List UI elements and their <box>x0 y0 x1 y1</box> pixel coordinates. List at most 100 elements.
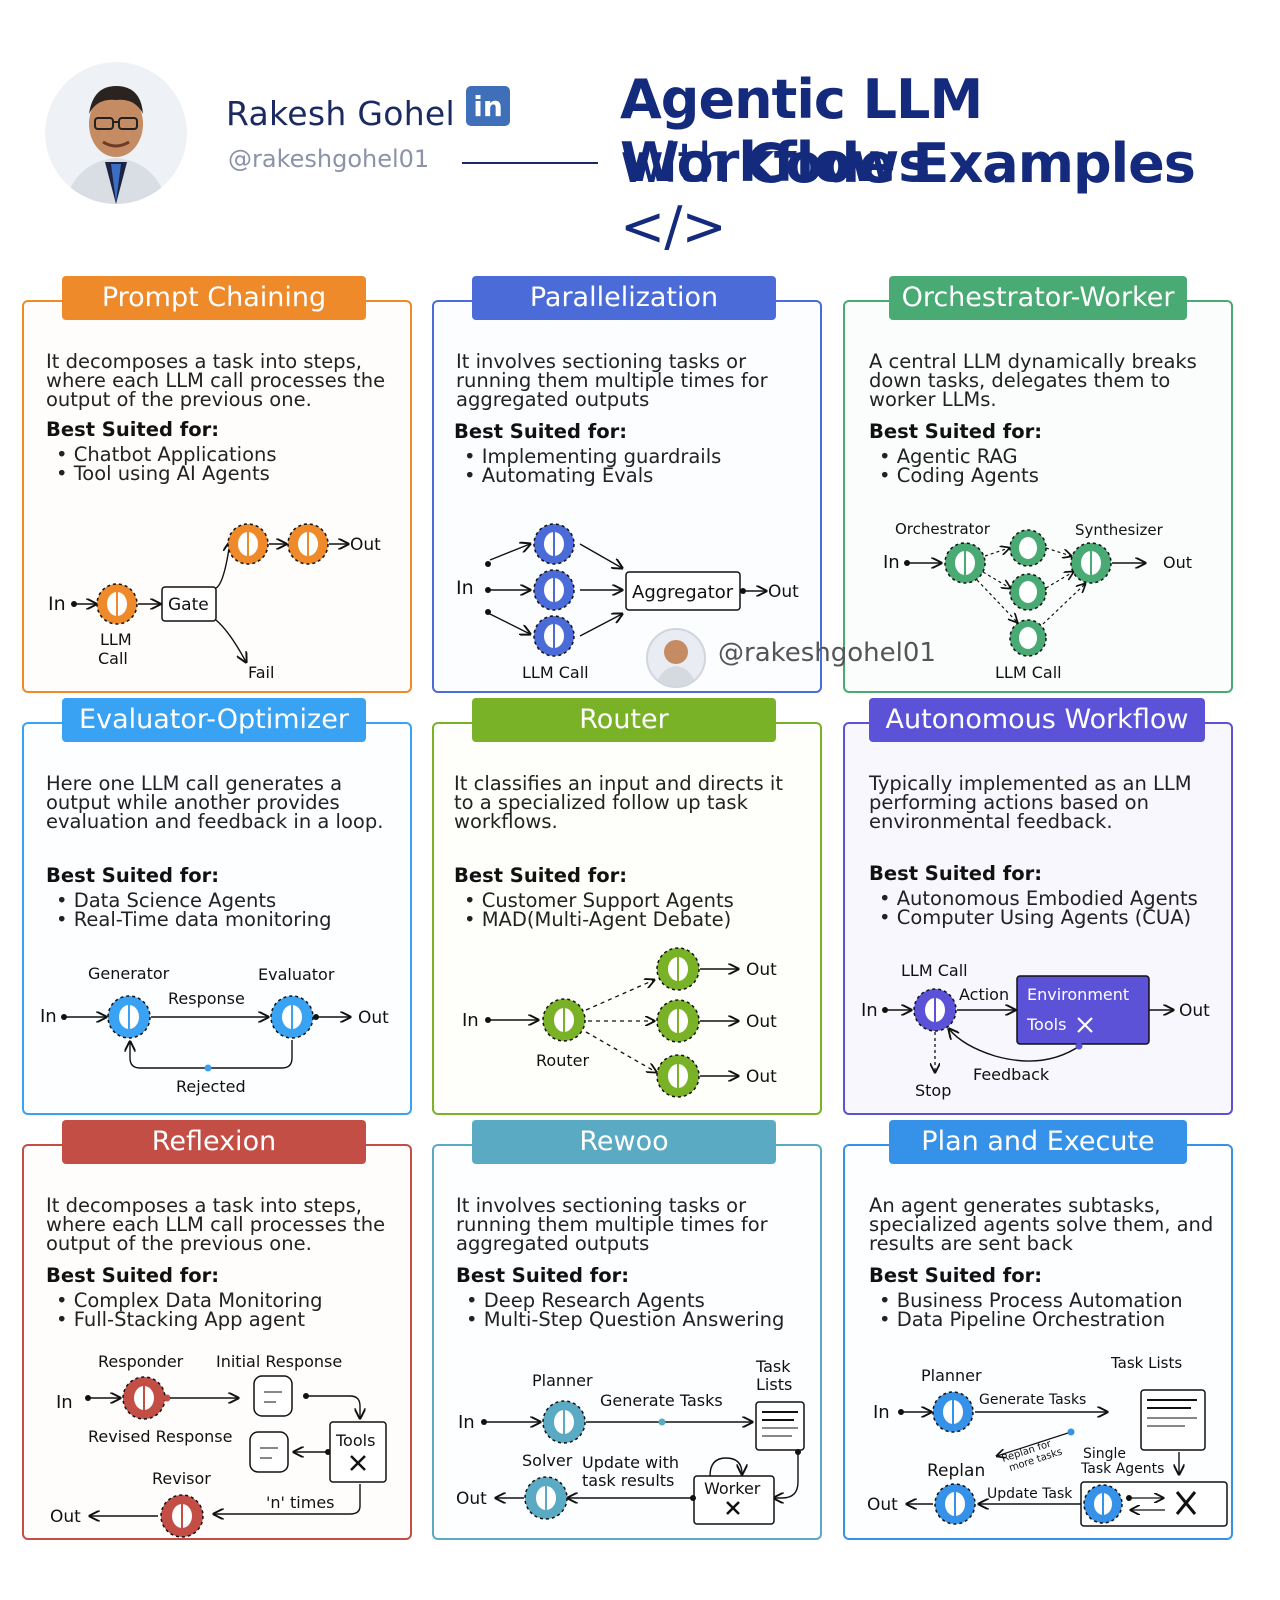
out-label: Out <box>350 535 381 555</box>
brain-icon <box>1009 529 1047 567</box>
in-label: In <box>40 1006 57 1027</box>
brain-icon <box>656 1054 700 1098</box>
llm-call-label: LLM Call <box>522 663 589 682</box>
task-lists-label: Task Lists <box>755 1357 792 1394</box>
in-label: In <box>462 1010 479 1031</box>
card-reflexion: Reflexion It decomposes a task into step… <box>22 1120 412 1540</box>
reflexion-diagram: Responder Initial Response In Revised Re… <box>50 1352 387 1538</box>
title-code-examples: Code Examples <box>746 132 1196 195</box>
in-label: In <box>456 577 474 599</box>
watermark-avatar <box>646 628 706 688</box>
feedback-label: Feedback <box>973 1065 1050 1084</box>
prompt-chaining-diagram: In Gate Out LLM Call Fail <box>48 523 381 682</box>
orchestrator-worker-diagram: Orchestrator Synthesizer In Out LLM Call <box>883 520 1192 682</box>
card-orchestrator-worker: Orchestrator-Worker A central LLM dynami… <box>843 276 1233 693</box>
synthesizer-label: Synthesizer <box>1075 521 1164 539</box>
out-label: Out <box>867 1495 898 1515</box>
out-label: Out <box>456 1489 487 1509</box>
autonomous-workflow-diagram: LLM Call In Action Environment Tools Out… <box>861 961 1210 1100</box>
task-list-icon <box>755 1401 805 1451</box>
out-label: Out <box>358 1008 389 1028</box>
llm-call-label: LLM Call <box>901 961 968 980</box>
task-list-icon <box>1140 1389 1206 1451</box>
stop-label: Stop <box>915 1081 951 1100</box>
out-label: Out <box>746 1067 777 1087</box>
document-icon <box>249 1431 289 1473</box>
router-diagram: In Router Out Out Out <box>462 947 777 1098</box>
update-task-label: Update Task <box>987 1486 1073 1502</box>
brain-icon <box>533 523 575 565</box>
fail-label: Fail <box>248 663 274 682</box>
brain-icon <box>1009 573 1047 611</box>
generate-tasks-label: Generate Tasks <box>600 1391 723 1410</box>
author-handle: @rakeshgohel01 <box>228 145 430 173</box>
llm-call-label: LLM Call <box>98 630 132 668</box>
brain-icon <box>656 999 700 1043</box>
llm-call-label: LLM Call <box>995 663 1062 682</box>
brain-icon <box>270 995 314 1039</box>
rejected-label: Rejected <box>176 1077 246 1096</box>
brain-icon <box>944 542 986 584</box>
brain-icon <box>122 1376 166 1420</box>
brain-icon <box>1083 1484 1123 1524</box>
replan-label: Replan <box>927 1461 985 1481</box>
author-avatar <box>45 62 187 204</box>
revised-response-label: Revised Response <box>88 1427 232 1446</box>
brain-icon <box>1009 619 1047 657</box>
out-label: Out <box>50 1507 81 1527</box>
planner-label: Planner <box>532 1371 593 1390</box>
card-prompt-chaining: Prompt Chaining It decomposes a task int… <box>22 276 412 693</box>
solver-label: Solver <box>522 1451 573 1470</box>
aggregator-label: Aggregator <box>632 582 734 603</box>
brain-icon <box>533 615 575 657</box>
brain-icon <box>542 998 586 1042</box>
card-parallelization: Parallelization It involves sectioning t… <box>432 276 822 693</box>
card-evaluator-optimizer: Evaluator-Optimizer Here one LLM call ge… <box>22 698 412 1115</box>
brain-icon <box>932 1391 974 1433</box>
update-label: Update with task results <box>582 1453 679 1490</box>
response-label: Response <box>168 989 245 1008</box>
card-plan-and-execute: Plan and Execute An agent generates subt… <box>843 1120 1233 1540</box>
card-rewoo: Rewoo It involves sectioning tasks or ru… <box>432 1120 822 1540</box>
page-title-line2: with Code Examples </> <box>620 132 1280 258</box>
header-divider <box>462 162 598 164</box>
brain-icon <box>287 523 329 565</box>
plan-and-execute-diagram: Task Lists Planner Generate Tasks In Rep… <box>867 1354 1228 1527</box>
initial-response-label: Initial Response <box>216 1352 342 1371</box>
out-label: Out <box>1179 1001 1210 1021</box>
tools-label: Tools <box>1026 1015 1066 1034</box>
brain-icon <box>107 995 151 1039</box>
document-icon <box>253 1375 293 1417</box>
action-label: Action <box>959 985 1009 1004</box>
linkedin-icon[interactable]: in <box>466 86 510 126</box>
orchestrator-label: Orchestrator <box>895 520 991 538</box>
rewoo-diagram: Planner Task Lists Generate Tasks In Solv… <box>456 1357 805 1525</box>
tools-label: Tools <box>335 1431 375 1450</box>
evaluator-optimizer-diagram: Generator Evaluator Response In Out Reje… <box>40 964 389 1096</box>
watermark-handle: @rakeshgohel01 <box>718 638 936 668</box>
out-label: Out <box>746 960 777 980</box>
out-label: Out <box>768 582 799 602</box>
evaluator-label: Evaluator <box>258 965 335 984</box>
in-label: In <box>458 1412 475 1433</box>
router-label: Router <box>536 1051 589 1070</box>
in-label: In <box>48 593 66 615</box>
brain-icon <box>227 523 269 565</box>
in-label: In <box>56 1392 73 1413</box>
out-label: Out <box>1163 553 1192 572</box>
in-label: In <box>883 552 900 573</box>
parallelization-diagram: In Aggregator Out LLM Call <box>456 523 799 682</box>
card-autonomous-workflow: Autonomous Workflow Typically implemente… <box>843 698 1233 1115</box>
brain-icon <box>656 947 700 991</box>
title-with: with <box>620 132 732 195</box>
card-router: Router It classifies an input and direct… <box>432 698 822 1115</box>
brain-icon <box>542 1400 586 1444</box>
responder-label: Responder <box>98 1352 184 1371</box>
brain-icon <box>1070 542 1112 584</box>
n-times-label: 'n' times <box>266 1493 335 1512</box>
worker-label: Worker <box>704 1479 761 1498</box>
gate-label: Gate <box>168 595 209 615</box>
generate-tasks-label: Generate Tasks <box>979 1392 1086 1408</box>
brain-icon <box>160 1494 204 1538</box>
brain-icon <box>934 1483 976 1525</box>
